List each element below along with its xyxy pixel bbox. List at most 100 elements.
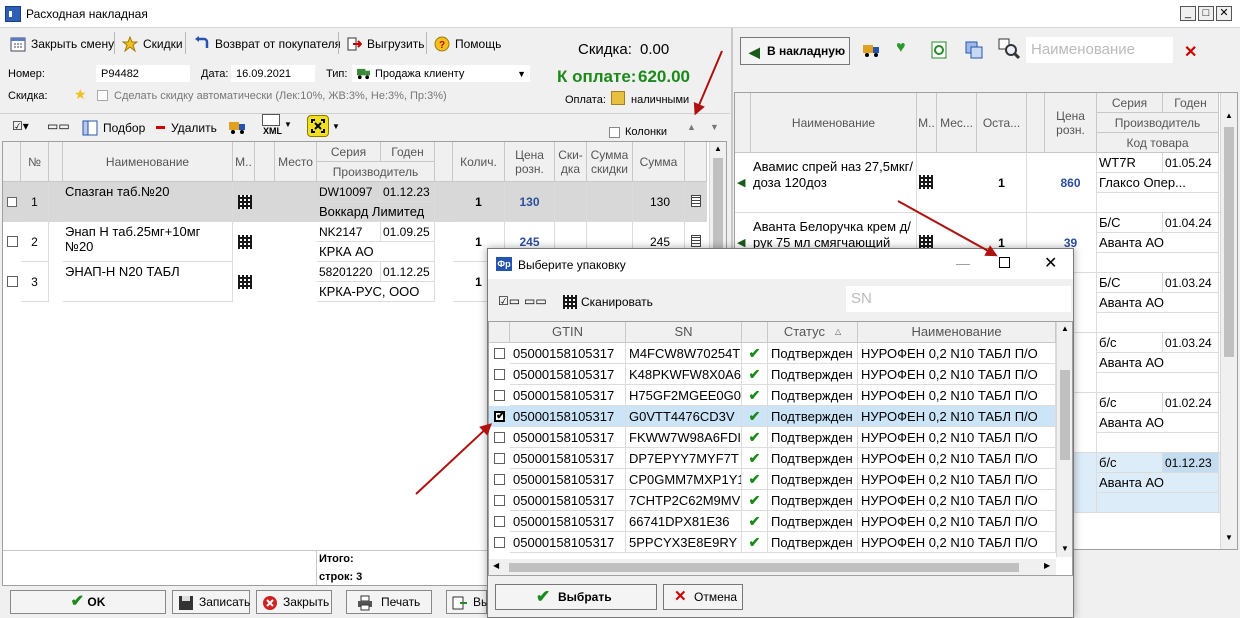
row-checkbox[interactable] [494, 348, 505, 359]
scroll-thumb[interactable] [1224, 127, 1234, 357]
col-header-producer[interactable]: Производитель [317, 162, 435, 182]
products-scrollbar[interactable]: ▲ ▼ [1220, 93, 1237, 549]
type-select[interactable]: Продажа клиенту ▼ [352, 65, 530, 82]
sn-search-input[interactable]: SN [846, 286, 1071, 312]
row-checkbox[interactable] [494, 516, 505, 527]
scan-button[interactable]: Сканировать [556, 290, 660, 312]
save-button[interactable]: Записать [172, 590, 250, 614]
col-header-m[interactable]: М.. [233, 142, 255, 182]
minimize-button[interactable]: _ [1180, 6, 1196, 21]
col-header-name[interactable]: Наименование [858, 322, 1056, 343]
scroll-down-icon[interactable]: ▼ [1061, 544, 1069, 553]
col-header-name[interactable]: Наименование [63, 142, 233, 182]
sort-up-icon[interactable]: ▲ [687, 122, 696, 132]
col-header-rest[interactable]: Оста... [977, 93, 1027, 153]
col-header-valid[interactable]: Годен [1163, 93, 1219, 113]
scroll-thumb[interactable] [509, 563, 1019, 572]
help-button[interactable]: ? Помощь [428, 32, 509, 54]
datamatrix-button[interactable] [307, 115, 329, 137]
row-checkbox[interactable] [494, 369, 505, 380]
maximize-button[interactable] [999, 257, 1010, 268]
col-header-discount[interactable]: Ски-дка [555, 142, 587, 182]
col-header-price[interactable]: Цена розн. [505, 142, 555, 182]
col-header-verified[interactable] [742, 322, 768, 343]
export-button[interactable]: Выгрузить [340, 32, 432, 54]
row-checkbox[interactable] [7, 236, 18, 247]
col-header-name[interactable]: Наименование [751, 93, 917, 153]
row-checkbox[interactable] [494, 432, 505, 443]
truck-icon[interactable] [228, 119, 246, 135]
scroll-thumb[interactable] [1060, 370, 1070, 460]
row-checkbox[interactable] [7, 276, 18, 287]
close-button[interactable]: Закрыть [256, 590, 332, 614]
return-button[interactable]: Возврат от покупателя [188, 32, 349, 54]
scroll-left-icon[interactable]: ◀ [493, 561, 499, 570]
details-icon[interactable] [691, 235, 701, 247]
check-all-icon[interactable]: ☑▭ [498, 294, 520, 308]
col-header-m[interactable]: М.. [917, 93, 937, 153]
refresh-icon[interactable] [931, 41, 947, 59]
scroll-down-icon[interactable]: ▼ [1225, 533, 1233, 542]
row-selector[interactable] [7, 197, 17, 207]
col-header-discount-sum[interactable]: Сумма скидки [587, 142, 633, 182]
ok-button[interactable]: ✔ OK [10, 590, 166, 614]
close-shift-button[interactable]: Закрыть смену [4, 32, 122, 54]
maximize-button[interactable]: □ [1198, 6, 1214, 21]
truck-icon[interactable] [862, 42, 880, 58]
row-checkbox[interactable] [494, 537, 505, 548]
scroll-right-icon[interactable]: ▶ [1044, 561, 1050, 570]
cancel-button[interactable]: ✕ Отмена [663, 584, 743, 610]
col-header-num[interactable]: № [21, 142, 49, 182]
row-checkbox[interactable] [494, 390, 505, 401]
print-button[interactable]: Печать [346, 590, 432, 614]
pick-button[interactable]: Подбор [76, 116, 153, 138]
check-all-icon[interactable]: ☑▾ [12, 119, 29, 133]
details-icon[interactable] [691, 195, 701, 207]
uncheck-all-icon[interactable]: ▭▭ [524, 294, 547, 308]
col-header-sn[interactable]: SN [626, 322, 742, 343]
close-dialog-button[interactable]: ✕ [1044, 253, 1057, 273]
col-header-gtin[interactable]: GTIN [510, 322, 626, 343]
date-field[interactable]: 16.09.2021 [231, 65, 315, 82]
uncheck-all-icon[interactable]: ▭▭ [47, 119, 70, 133]
col-header-code[interactable]: Код товара [1097, 133, 1219, 153]
col-header-producer[interactable]: Производитель [1097, 113, 1219, 133]
close-window-button[interactable]: ✕ [1216, 6, 1232, 21]
row-checkbox[interactable] [494, 474, 505, 485]
col-header-status[interactable]: Статус △ [768, 322, 858, 343]
sort-down-icon[interactable]: ▼ [710, 122, 719, 132]
add-arrow-icon[interactable]: ◀ [737, 176, 745, 189]
row-checkbox[interactable] [494, 495, 505, 506]
scroll-up-icon[interactable]: ▲ [714, 144, 722, 153]
col-header-qty[interactable]: Колич. [453, 142, 505, 182]
discounts-button[interactable]: Скидки [116, 32, 190, 54]
select-button[interactable]: ✔ Выбрать [495, 584, 657, 610]
packages-hscrollbar[interactable]: ◀ ▶ [489, 559, 1056, 575]
columns-checkbox[interactable] [609, 127, 620, 138]
minimize-button[interactable]: — [956, 255, 970, 271]
col-header-sum[interactable]: Сумма [633, 142, 685, 182]
scroll-up-icon[interactable]: ▲ [1061, 324, 1069, 333]
col-header-series[interactable]: Серия [317, 142, 381, 162]
auto-discount-checkbox[interactable] [97, 90, 108, 101]
product-search-input[interactable]: Наименование [1026, 37, 1173, 63]
export-bottom-button[interactable]: Вы [446, 590, 490, 614]
to-invoice-button[interactable]: ◀ В накладную [740, 37, 850, 65]
delete-button[interactable]: Удалить [148, 116, 224, 138]
col-header-place[interactable]: Мес... [937, 93, 977, 153]
xml-button[interactable]: XML ▼ [262, 114, 292, 138]
col-header-price[interactable]: Цена розн. [1045, 93, 1097, 153]
copy-icon[interactable] [965, 41, 983, 59]
search-icon[interactable] [998, 38, 1020, 60]
scroll-up-icon[interactable]: ▲ [1225, 111, 1233, 120]
packages-scrollbar[interactable]: ▲ ▼ [1056, 322, 1072, 557]
chevron-down-icon[interactable]: ▼ [332, 122, 340, 131]
clear-search-icon[interactable]: ✕ [1184, 42, 1197, 62]
col-header-series[interactable]: Серия [1097, 93, 1163, 113]
row-checkbox[interactable] [494, 453, 505, 464]
col-header-valid[interactable]: Годен [381, 142, 435, 162]
number-field[interactable]: Р94482 [96, 65, 190, 82]
heart-icon[interactable]: ♥ [896, 39, 906, 57]
row-checkbox[interactable]: ✔ [494, 410, 505, 422]
col-header-place[interactable]: Место [275, 142, 317, 182]
